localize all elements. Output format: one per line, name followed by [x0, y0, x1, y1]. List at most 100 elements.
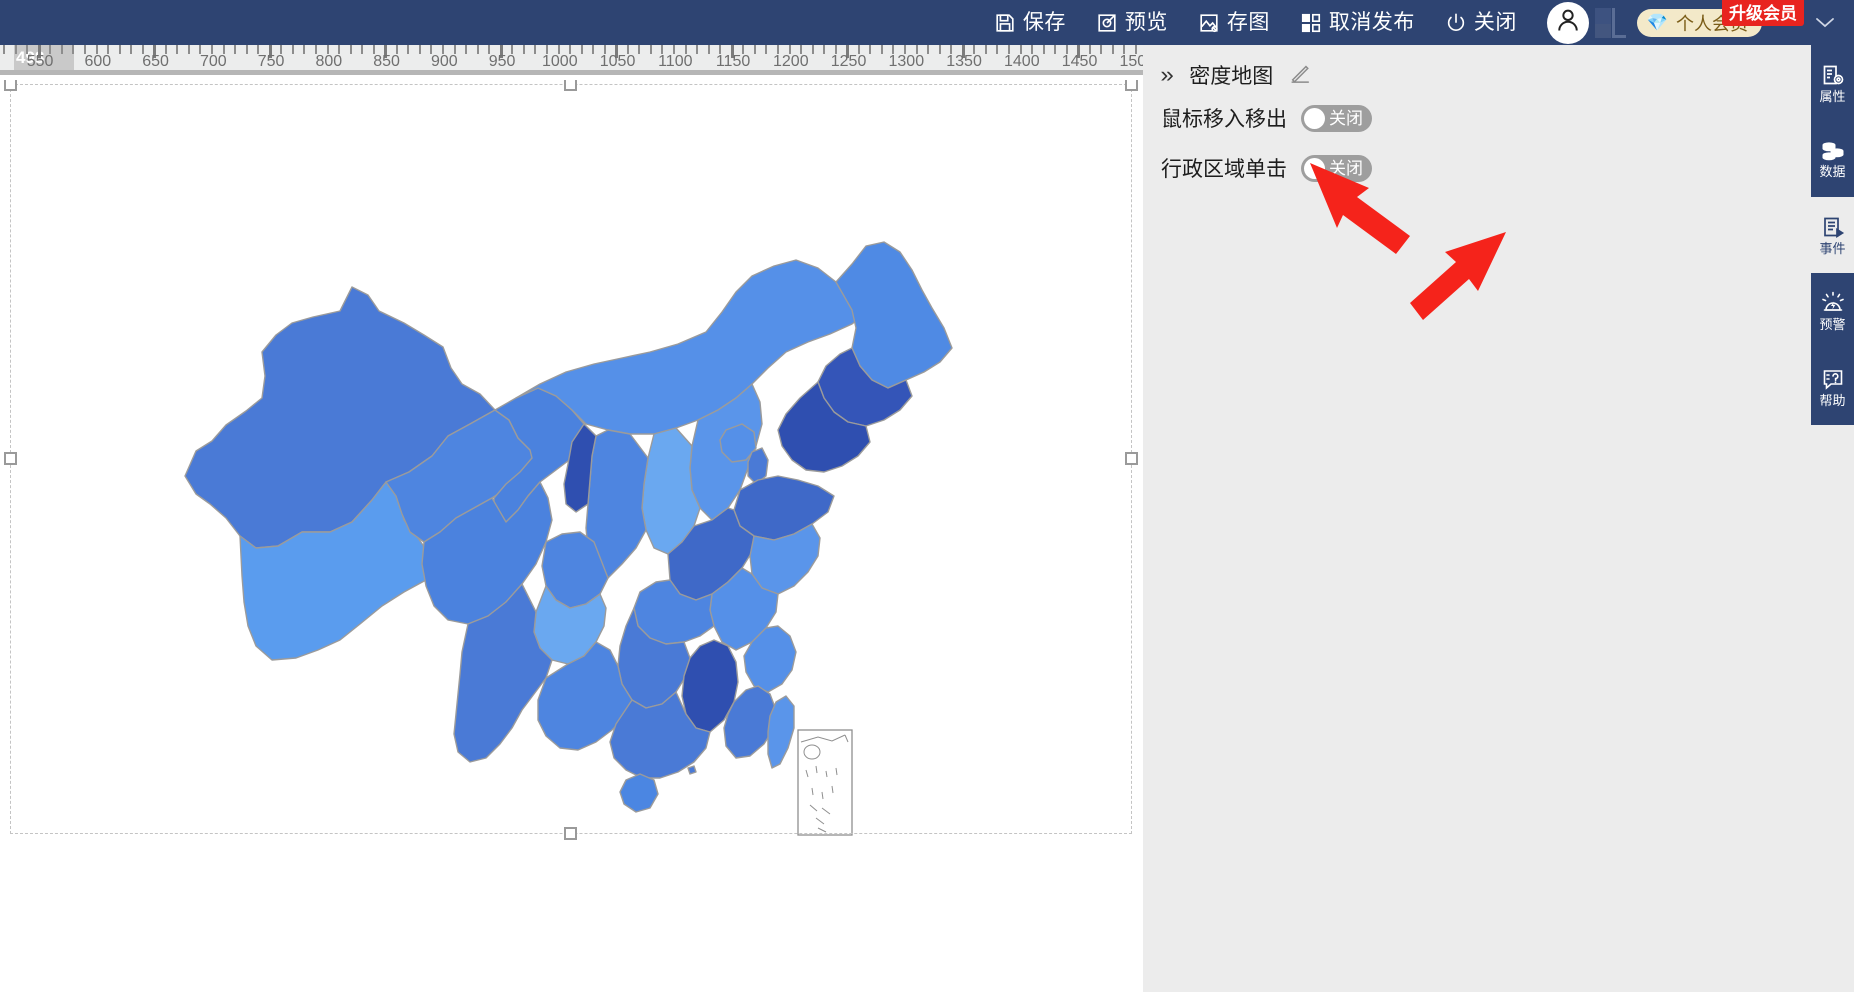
resize-handle-top-left[interactable]: [4, 80, 17, 91]
resize-handle-middle-left[interactable]: [4, 452, 17, 465]
events-list-icon: [1821, 215, 1845, 239]
rail-label-data: 数据: [1819, 164, 1846, 179]
ruler-tick: [707, 45, 710, 54]
ruler-tick-label: 1050: [599, 53, 636, 70]
ruler-tick: [811, 45, 814, 54]
horizontal-ruler[interactable]: 498 500550600650700750800850900950100010…: [0, 45, 1143, 75]
ruler-tick-label: 600: [84, 53, 112, 70]
ruler-tick-label: 1150: [715, 53, 751, 70]
panel-title: 密度地图: [1189, 65, 1274, 88]
ruler-tick: [1042, 45, 1045, 54]
ruler-tick: [291, 45, 294, 54]
ruler-tick: [303, 45, 306, 54]
ruler-tick-label: 1250: [830, 53, 867, 70]
design-canvas[interactable]: [0, 80, 1143, 992]
right-icon-rail: 属性 数据 事件 预警 帮助: [1811, 45, 1854, 992]
unpublish-label: 取消发布: [1328, 11, 1415, 34]
save-icon: [994, 12, 1016, 34]
unpublish-grid-icon: [1300, 12, 1322, 34]
widget-selection-box[interactable]: [4, 80, 1138, 840]
close-label: 关闭: [1473, 11, 1517, 34]
ruler-tick-label: 1100: [658, 53, 693, 70]
ruler-tick: [1111, 45, 1114, 54]
save-label: 保存: [1022, 11, 1066, 34]
ruler-tick: [130, 45, 133, 54]
export-image-label: 存图: [1226, 11, 1270, 34]
ruler-tick: [465, 45, 468, 54]
ruler-tick-label: 1350: [946, 53, 982, 70]
ruler-tick: [880, 45, 883, 54]
pencil-edit-icon[interactable]: [1289, 62, 1311, 89]
panel-header: » 密度地图: [1143, 45, 1811, 93]
ruler-tick-label: 1000: [542, 53, 578, 70]
events-properties-panel: » 密度地图 鼠标移入移出 关闭 行政区域单击 关闭: [1143, 45, 1811, 992]
power-close-icon: [1445, 12, 1467, 34]
export-image-button[interactable]: 存图: [1198, 12, 1270, 34]
ruler-tick: [996, 45, 999, 54]
save-button[interactable]: 保存: [994, 12, 1066, 34]
rail-item-events[interactable]: 事件: [1811, 197, 1854, 273]
unpublish-button[interactable]: 取消发布: [1300, 12, 1415, 34]
ruler-tick: [984, 45, 987, 54]
rail-item-properties[interactable]: 属性: [1811, 45, 1854, 121]
resize-handle-middle-right[interactable]: [1125, 452, 1138, 465]
prop-row-mouse-hover: 鼠标移入移出 关闭: [1143, 93, 1811, 143]
ruler-tick: [349, 45, 352, 54]
avatar[interactable]: [1546, 1, 1589, 44]
app-root: 保存 预览 存图 取消发布 关闭 💎 个人会员 升级会员 498 550 600…: [0, 0, 1854, 992]
ruler-tick: [118, 45, 121, 54]
ruler-tick: [869, 45, 872, 54]
ruler-tick-label: 1500: [1119, 53, 1144, 70]
chevron-down-icon[interactable]: [1814, 13, 1836, 33]
rail-label-properties: 属性: [1819, 89, 1846, 104]
rail-item-data[interactable]: 数据: [1811, 121, 1854, 197]
preview-button[interactable]: 预览: [1096, 12, 1168, 34]
ruler-tick: [765, 45, 768, 54]
region-click-label: 行政区域单击: [1161, 158, 1287, 181]
ruler-tick: [3, 45, 6, 54]
ruler-tick-label: 900: [430, 53, 458, 70]
double-chevron-right-icon[interactable]: »: [1160, 64, 1173, 86]
properties-icon: [1821, 63, 1845, 87]
region-click-state: 关闭: [1329, 158, 1363, 178]
rail-label-events: 事件: [1819, 241, 1846, 256]
ruler-tick: [72, 45, 75, 54]
resize-handle-top-right[interactable]: [1125, 80, 1138, 91]
mouse-hover-label: 鼠标移入移出: [1161, 108, 1287, 131]
ruler-tick: [418, 45, 421, 54]
ruler-tick: [580, 45, 583, 54]
toggle-knob: [1304, 157, 1325, 179]
ruler-tick-label: 700: [199, 53, 227, 70]
region-click-toggle[interactable]: 关闭: [1301, 154, 1372, 182]
ruler-tick: [476, 45, 479, 54]
export-image-icon: [1198, 12, 1220, 34]
diamond-icon: 💎: [1646, 13, 1668, 32]
mouse-hover-toggle[interactable]: 关闭: [1301, 104, 1372, 132]
ruler-tick: [649, 45, 652, 54]
ruler-tick: [638, 45, 641, 54]
ruler-tick-label: 650: [142, 53, 169, 70]
upgrade-membership-badge[interactable]: 升级会员: [1722, 0, 1804, 26]
membership-pill[interactable]: 💎 个人会员 升级会员: [1636, 0, 1804, 37]
ruler-tick: [234, 45, 237, 54]
rail-item-help[interactable]: 帮助: [1811, 349, 1854, 425]
ruler-tick: [245, 45, 248, 54]
ruler-tick-label: 1300: [888, 53, 925, 70]
rail-label-alerts: 预警: [1819, 317, 1846, 332]
resize-handle-bottom-center[interactable]: [564, 827, 577, 840]
mouse-hover-state: 关闭: [1329, 108, 1363, 128]
ruler-tick: [407, 45, 410, 54]
close-button[interactable]: 关闭: [1445, 12, 1517, 34]
help-question-icon: [1821, 367, 1845, 391]
alert-lamp-icon: [1821, 291, 1845, 315]
ruler-tick-label: 1400: [1004, 53, 1040, 70]
workspace-logo-icon: [1594, 7, 1629, 38]
ruler-tick-label: 550: [26, 53, 54, 70]
ruler-tick-label: 800: [315, 53, 343, 70]
ruler-tick: [1054, 45, 1057, 54]
preview-label: 预览: [1124, 11, 1168, 34]
ruler-tick: [522, 45, 525, 54]
rail-item-alerts[interactable]: 预警: [1811, 273, 1854, 349]
resize-handle-top-center[interactable]: [564, 80, 577, 91]
ruler-tick: [361, 45, 364, 54]
